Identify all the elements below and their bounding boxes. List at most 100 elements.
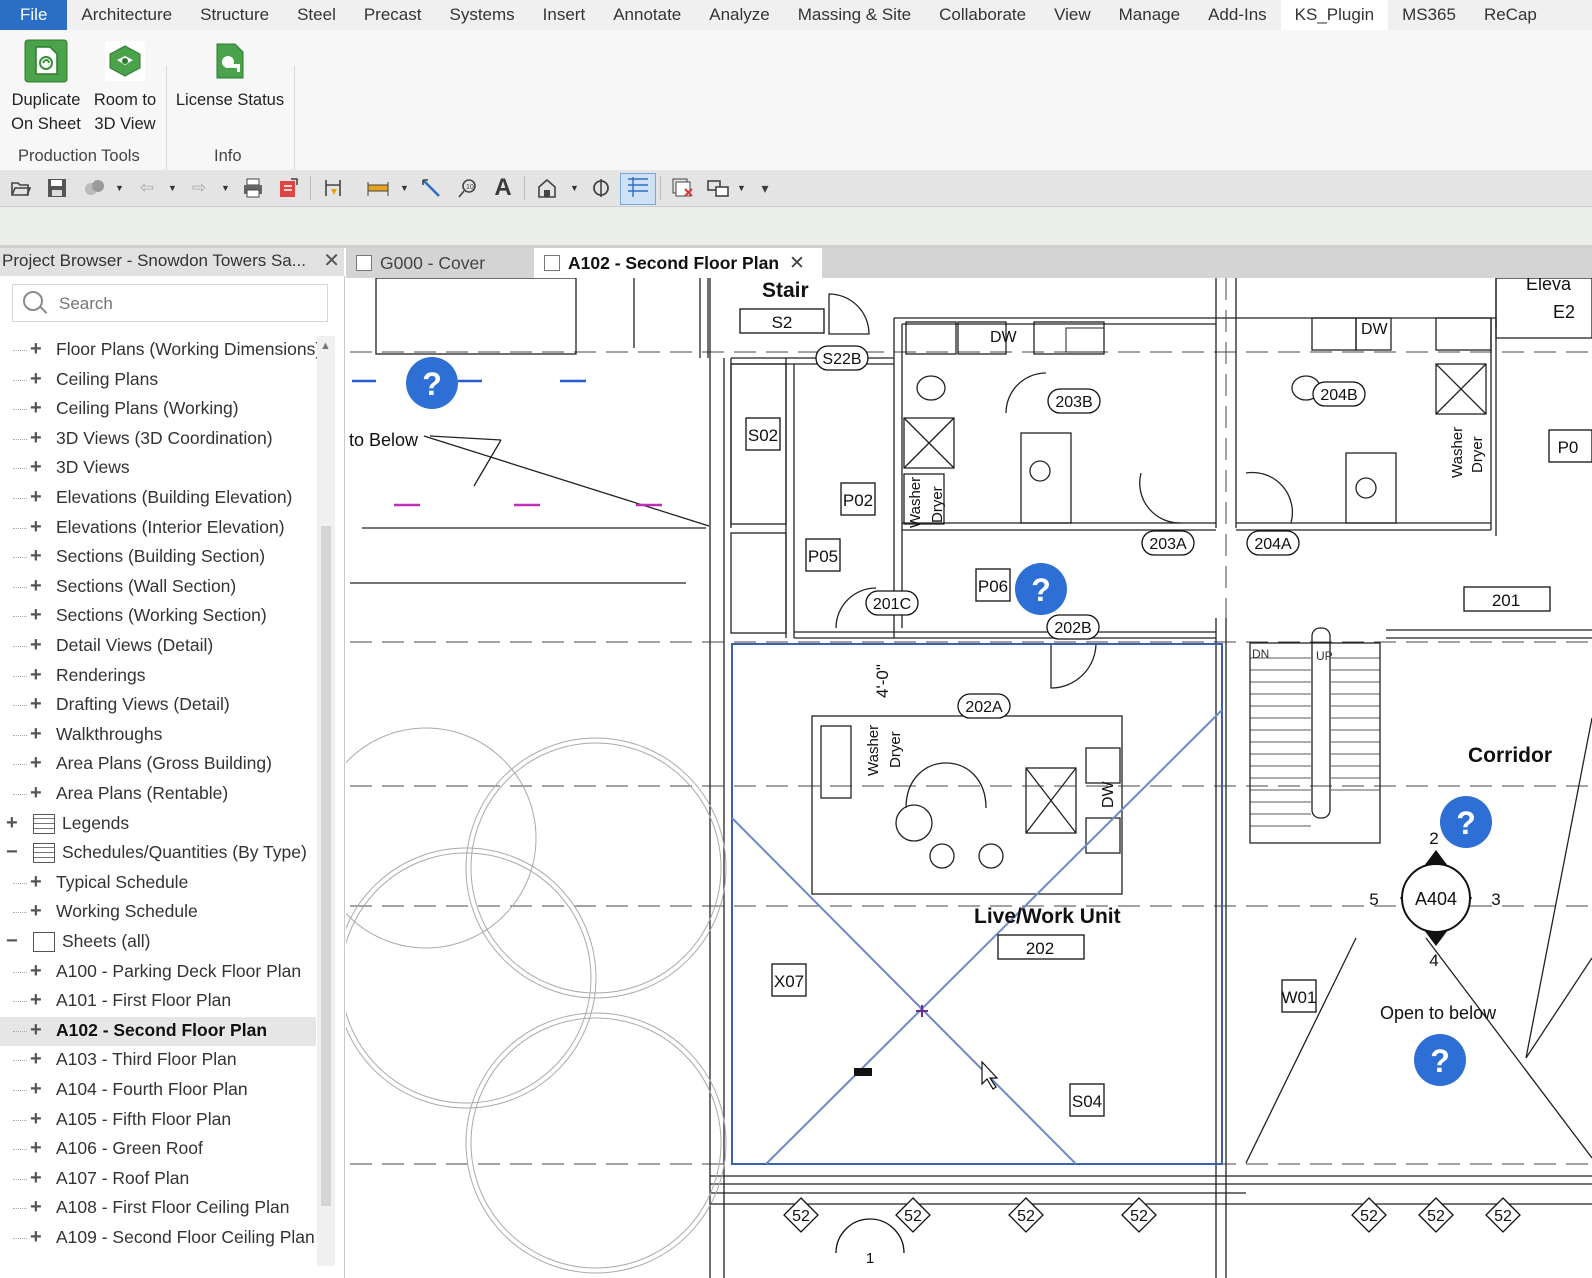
tree-item-elevations-building-elevation[interactable]: + Elevations (Building Elevation) xyxy=(0,484,316,513)
expand-icon[interactable]: + xyxy=(30,1108,42,1131)
ribbon-tab-ks-plugin[interactable]: KS_Plugin xyxy=(1280,0,1389,30)
tree-item-detail-views-detail[interactable]: + Detail Views (Detail) xyxy=(0,632,316,661)
dimension-icon[interactable] xyxy=(366,177,389,199)
expand-icon[interactable]: + xyxy=(30,989,42,1012)
ribbon-tab-ms365[interactable]: MS365 xyxy=(1388,0,1470,30)
collapse-icon[interactable]: − xyxy=(6,841,18,864)
tree-item-sections-wall-section[interactable]: + Sections (Wall Section) xyxy=(0,573,316,602)
tree-item-typical-schedule[interactable]: + Typical Schedule xyxy=(0,869,316,898)
undo-icon[interactable]: ⇦ xyxy=(136,177,158,199)
expand-icon[interactable]: + xyxy=(30,1196,42,1219)
expand-icon[interactable]: + xyxy=(30,871,42,894)
tree-item-walkthroughs[interactable]: + Walkthroughs xyxy=(0,721,316,750)
help-icon[interactable]: ? xyxy=(1440,796,1492,848)
section-icon[interactable] xyxy=(590,177,612,199)
text-icon[interactable]: A xyxy=(492,176,514,200)
close-hidden-icon[interactable] xyxy=(671,177,693,199)
tab-a102-second-floor-plan[interactable]: A102 - Second Floor Plan ✕ xyxy=(534,248,822,278)
expand-icon[interactable]: + xyxy=(30,604,42,627)
sync-icon[interactable] xyxy=(82,177,104,199)
ribbon-tab-annotate[interactable]: Annotate xyxy=(599,0,695,30)
expand-icon[interactable]: + xyxy=(30,427,42,450)
project-browser-search[interactable] xyxy=(12,284,328,322)
tab-g000-cover[interactable]: G000 - Cover xyxy=(346,248,532,278)
search-input[interactable] xyxy=(57,291,311,317)
help-icon[interactable]: ? xyxy=(406,357,458,409)
expand-icon[interactable]: + xyxy=(30,664,42,687)
expand-icon[interactable]: + xyxy=(30,723,42,746)
save-icon[interactable] xyxy=(46,177,68,199)
tree-item-a106-green-roof[interactable]: + A106 - Green Roof xyxy=(0,1135,316,1164)
expand-icon[interactable]: + xyxy=(30,960,42,983)
tree-item-3d-views-3d-coordination[interactable]: +3D Views (3D Coordination) xyxy=(0,425,316,454)
customize-qat-icon[interactable]: ▾ xyxy=(754,177,776,199)
tree-item-a104-fourth-floor-plan[interactable]: + A104 - Fourth Floor Plan xyxy=(0,1076,316,1105)
ribbon-tab-file[interactable]: File xyxy=(0,0,68,30)
tree-item-area-plans-gross-building[interactable]: + Area Plans (Gross Building) xyxy=(0,750,316,779)
ribbon-tab-precast[interactable]: Precast xyxy=(350,0,436,30)
room-to-3d-view-button[interactable]: Room to 3D View xyxy=(88,30,162,136)
ribbon-tab-massing-site[interactable]: Massing & Site xyxy=(784,0,925,30)
ribbon-tab-architecture[interactable]: Architecture xyxy=(67,0,186,30)
license-status-button[interactable]: License Status xyxy=(172,30,288,112)
export-icon[interactable] xyxy=(277,177,299,199)
close-icon[interactable]: ✕ xyxy=(323,248,340,274)
tree-item-a102-second-floor-plan[interactable]: + A102 - Second Floor Plan xyxy=(0,1016,316,1046)
tree-item-working-schedule[interactable]: + Working Schedule xyxy=(0,898,316,927)
tree-item-floor-plans-working-dimensions[interactable]: + Floor Plans (Working Dimensions) xyxy=(0,336,321,365)
tree-item-sheets-all[interactable]: − Sheets (all) xyxy=(0,928,316,957)
expand-icon[interactable]: + xyxy=(30,575,42,598)
expand-icon[interactable]: + xyxy=(30,1167,42,1190)
expand-icon[interactable]: + xyxy=(30,456,42,479)
tree-item-a108-first-floor-ceiling-plan[interactable]: + A108 - First Floor Ceiling Plan xyxy=(0,1194,316,1223)
redo-dropdown-icon[interactable]: ▼ xyxy=(221,183,230,193)
expand-icon[interactable]: + xyxy=(6,812,18,835)
tree-item-ceiling-plans-working[interactable]: + Ceiling Plans (Working) xyxy=(0,395,316,424)
default-3d-icon[interactable] xyxy=(536,177,558,199)
tree-item-a103-third-floor-plan[interactable]: + A103 - Third Floor Plan xyxy=(0,1046,316,1075)
sync-dropdown-icon[interactable]: ▼ xyxy=(115,183,124,193)
tree-item-sections-working-section[interactable]: + Sections (Working Section) xyxy=(0,602,316,631)
expand-icon[interactable]: + xyxy=(30,545,42,568)
open-icon[interactable] xyxy=(10,177,32,199)
tree-item-a109-second-floor-ceiling-plan[interactable]: + A109 - Second Floor Ceiling Plan xyxy=(0,1224,316,1253)
ribbon-tab-add-ins[interactable]: Add-Ins xyxy=(1194,0,1281,30)
expand-icon[interactable]: + xyxy=(30,1019,42,1042)
expand-icon[interactable]: + xyxy=(30,516,42,539)
ribbon-tab-insert[interactable]: Insert xyxy=(529,0,600,30)
collapse-icon[interactable]: − xyxy=(6,930,18,953)
expand-icon[interactable]: + xyxy=(30,368,42,391)
dimension-dropdown-icon[interactable]: ▼ xyxy=(400,183,409,193)
expand-icon[interactable]: + xyxy=(30,900,42,923)
tree-item-a101-first-floor-plan[interactable]: + A101 - First Floor Plan xyxy=(0,987,316,1016)
floor-plan-drawing[interactable]: Stair Corridor Live/Work Unit to Below O… xyxy=(346,278,1592,1278)
tree-item-3d-views[interactable]: +3D Views xyxy=(0,454,316,483)
tree-item-ceiling-plans[interactable]: + Ceiling Plans xyxy=(0,366,316,395)
expand-icon[interactable]: + xyxy=(30,634,42,657)
ribbon-tab-structure[interactable]: Structure xyxy=(186,0,283,30)
scrollbar-thumb[interactable] xyxy=(321,526,331,1206)
tree-item-drafting-views-detail[interactable]: + Drafting Views (Detail) xyxy=(0,691,316,720)
expand-icon[interactable]: + xyxy=(30,1048,42,1071)
ribbon-tab-manage[interactable]: Manage xyxy=(1105,0,1194,30)
ribbon-tab-systems[interactable]: Systems xyxy=(435,0,528,30)
ribbon-tab-view[interactable]: View xyxy=(1040,0,1105,30)
tree-item-area-plans-rentable[interactable]: + Area Plans (Rentable) xyxy=(0,780,316,809)
scroll-up-icon[interactable]: ▲ xyxy=(320,340,331,352)
thin-lines-icon[interactable] xyxy=(620,173,656,205)
undo-dropdown-icon[interactable]: ▼ xyxy=(168,183,177,193)
tree-item-renderings[interactable]: + Renderings xyxy=(0,662,316,691)
expand-icon[interactable]: + xyxy=(30,338,42,361)
expand-icon[interactable]: + xyxy=(30,397,42,420)
tag-icon[interactable]: 10 xyxy=(456,177,478,199)
expand-icon[interactable]: + xyxy=(30,782,42,805)
help-icon[interactable]: ? xyxy=(1414,1034,1466,1086)
scrollbar[interactable]: ▲ xyxy=(317,336,335,1266)
switch-windows-icon[interactable] xyxy=(706,177,729,199)
duplicate-on-sheet-button[interactable]: Duplicate On Sheet xyxy=(6,30,86,136)
windows-dropdown-icon[interactable]: ▼ xyxy=(737,183,746,193)
ribbon-tab-analyze[interactable]: Analyze xyxy=(695,0,783,30)
drawing-canvas[interactable]: Stair Corridor Live/Work Unit to Below O… xyxy=(346,278,1592,1278)
measure-icon[interactable] xyxy=(322,177,344,199)
print-icon[interactable] xyxy=(242,177,264,199)
